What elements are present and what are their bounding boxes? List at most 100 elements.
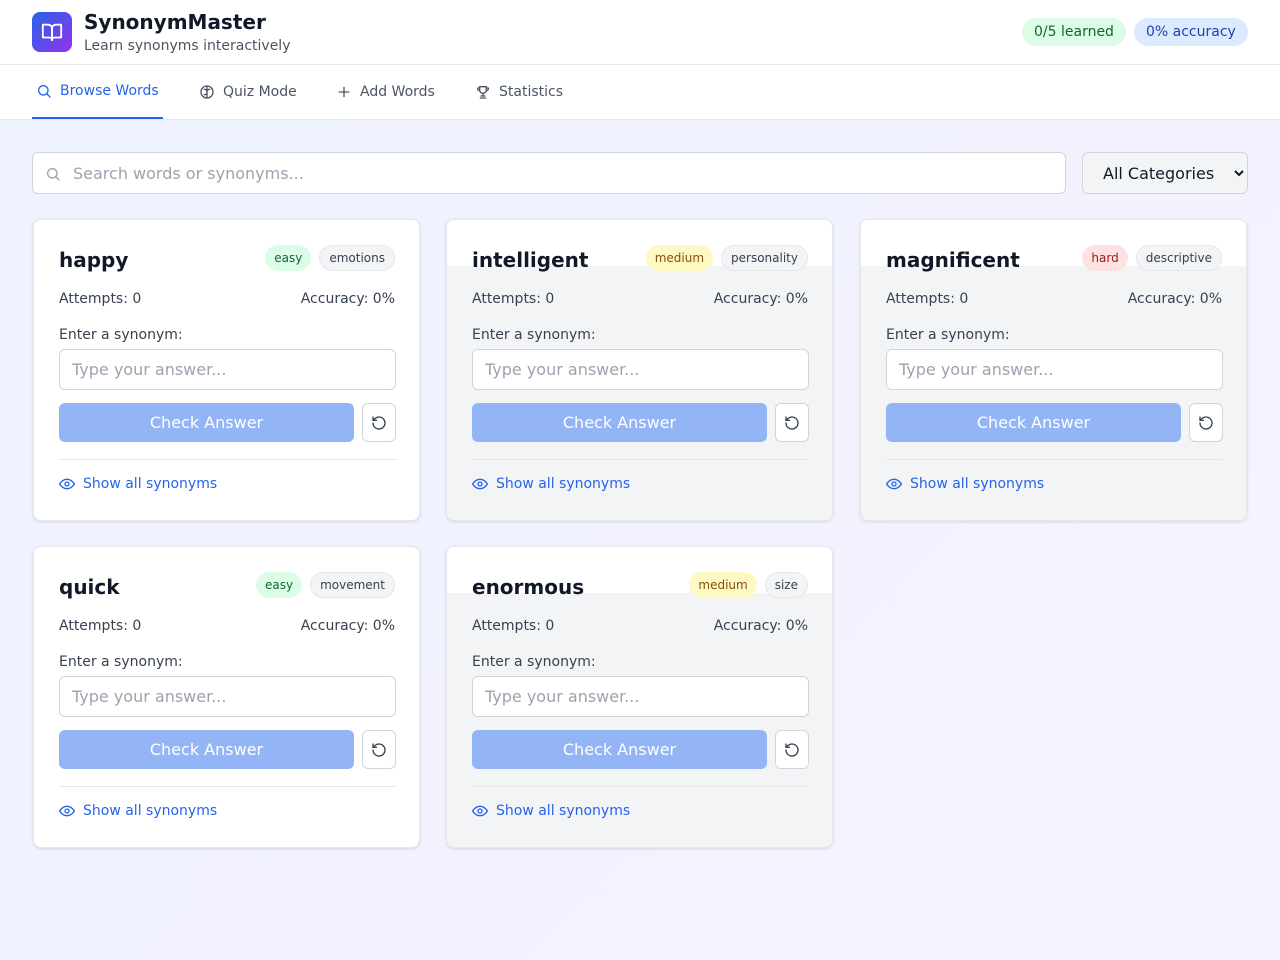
trophy-icon — [476, 86, 490, 99]
word-card: magnificent hard descriptive Attempts: 0… — [860, 219, 1247, 521]
difficulty-badge: hard — [1082, 245, 1128, 271]
answer-input[interactable] — [472, 676, 809, 717]
check-answer-button[interactable]: Check Answer — [472, 730, 767, 769]
attempts-count: Attempts: 0 — [59, 291, 142, 307]
plus-icon — [338, 86, 350, 98]
rotate-ccw-icon — [785, 415, 799, 430]
check-answer-button[interactable]: Check Answer — [886, 403, 1181, 442]
category-badge: descriptive — [1135, 245, 1222, 271]
accuracy-value: Accuracy: 0% — [713, 291, 808, 307]
attempts-count: Attempts: 0 — [886, 291, 969, 307]
answer-input[interactable] — [472, 349, 809, 390]
eye-icon — [59, 478, 75, 490]
brain-icon — [200, 85, 214, 99]
difficulty-badge: easy — [265, 245, 312, 271]
synonym-label: Enter a synonym: — [59, 327, 183, 343]
attempts-count: Attempts: 0 — [59, 618, 142, 634]
rotate-ccw-icon — [372, 415, 386, 430]
synonym-label: Enter a synonym: — [59, 654, 183, 670]
show-synonyms-link[interactable]: Show all synonyms — [886, 476, 1044, 492]
word-title: magnificent — [886, 248, 1020, 272]
word-tags: easy emotions — [265, 245, 395, 271]
card-divider — [886, 459, 1223, 460]
eye-icon — [59, 805, 75, 817]
category-filter[interactable]: All Categories — [1082, 152, 1248, 194]
accuracy-value: Accuracy: 0% — [713, 618, 808, 634]
show-synonyms-label: Show all synonyms — [83, 803, 218, 819]
answer-input[interactable] — [59, 349, 396, 390]
word-tags: hard descriptive — [1082, 245, 1222, 271]
attempts-count: Attempts: 0 — [472, 291, 555, 307]
app-title: SynonymMaster — [84, 10, 266, 34]
word-card: enormous medium size Attempts: 0 Accurac… — [446, 546, 833, 848]
synonym-label: Enter a synonym: — [472, 654, 596, 670]
card-divider — [472, 786, 809, 787]
reset-button[interactable] — [362, 403, 396, 442]
tab-label: Browse Words — [60, 83, 159, 99]
difficulty-badge: medium — [689, 572, 757, 598]
show-synonyms-link[interactable]: Show all synonyms — [472, 803, 630, 819]
answer-input[interactable] — [886, 349, 1223, 390]
word-tags: medium personality — [645, 245, 808, 271]
tab-label: Quiz Mode — [223, 84, 297, 100]
show-synonyms-link[interactable]: Show all synonyms — [472, 476, 630, 492]
show-synonyms-label: Show all synonyms — [496, 803, 631, 819]
word-card: intelligent medium personality Attempts:… — [446, 219, 833, 521]
tab-browse-words[interactable]: Browse Words — [32, 65, 163, 119]
card-divider — [59, 459, 396, 460]
tab-add-words[interactable]: Add Words — [332, 65, 439, 119]
learned-badge: 0/5 learned — [1022, 18, 1126, 46]
show-synonyms-label: Show all synonyms — [910, 476, 1045, 492]
tab-statistics[interactable]: Statistics — [471, 65, 567, 119]
book-open-icon — [32, 12, 72, 52]
card-divider — [59, 786, 396, 787]
show-synonyms-label: Show all synonyms — [496, 476, 631, 492]
accuracy-value: Accuracy: 0% — [300, 618, 395, 634]
search-box — [32, 152, 1066, 194]
word-title: quick — [59, 575, 120, 599]
eye-icon — [472, 478, 488, 490]
rotate-ccw-icon — [1199, 415, 1213, 430]
rotate-ccw-icon — [372, 742, 386, 757]
reset-button[interactable] — [775, 403, 809, 442]
accuracy-badge: 0% accuracy — [1134, 18, 1248, 46]
category-badge: emotions — [319, 245, 395, 271]
show-synonyms-link[interactable]: Show all synonyms — [59, 803, 217, 819]
category-badge: movement — [310, 572, 395, 598]
word-tags: medium size — [689, 572, 808, 598]
main-nav: Browse Words Quiz Mode Add Words Statist… — [0, 65, 1280, 120]
tab-quiz-mode[interactable]: Quiz Mode — [195, 65, 301, 119]
show-synonyms-link[interactable]: Show all synonyms — [59, 476, 217, 492]
reset-button[interactable] — [775, 730, 809, 769]
reset-button[interactable] — [362, 730, 396, 769]
word-card: happy easy emotions Attempts: 0 Accuracy… — [33, 219, 420, 521]
check-answer-button[interactable]: Check Answer — [472, 403, 767, 442]
eye-icon — [886, 478, 902, 490]
attempts-count: Attempts: 0 — [472, 618, 555, 634]
word-title: intelligent — [472, 248, 589, 272]
app-subtitle: Learn synonyms interactively — [84, 38, 291, 54]
synonym-label: Enter a synonym: — [886, 327, 1010, 343]
category-badge: size — [764, 572, 808, 598]
answer-input[interactable] — [59, 676, 396, 717]
category-badge: personality — [721, 245, 808, 271]
search-input[interactable] — [73, 153, 1053, 193]
search-icon — [38, 85, 51, 98]
accuracy-value: Accuracy: 0% — [300, 291, 395, 307]
card-divider — [472, 459, 809, 460]
word-card: quick easy movement Attempts: 0 Accuracy… — [33, 546, 420, 848]
search-icon — [47, 168, 60, 181]
difficulty-badge: easy — [256, 572, 303, 598]
app-header: SynonymMaster Learn synonyms interactive… — [0, 0, 1280, 65]
word-title: enormous — [472, 575, 585, 599]
synonym-label: Enter a synonym: — [472, 327, 596, 343]
check-answer-button[interactable]: Check Answer — [59, 403, 354, 442]
accuracy-value: Accuracy: 0% — [1127, 291, 1222, 307]
show-synonyms-label: Show all synonyms — [83, 476, 218, 492]
word-title: happy — [59, 248, 129, 272]
rotate-ccw-icon — [785, 742, 799, 757]
check-answer-button[interactable]: Check Answer — [59, 730, 354, 769]
reset-button[interactable] — [1189, 403, 1223, 442]
tab-label: Add Words — [360, 84, 435, 100]
eye-icon — [472, 805, 488, 817]
